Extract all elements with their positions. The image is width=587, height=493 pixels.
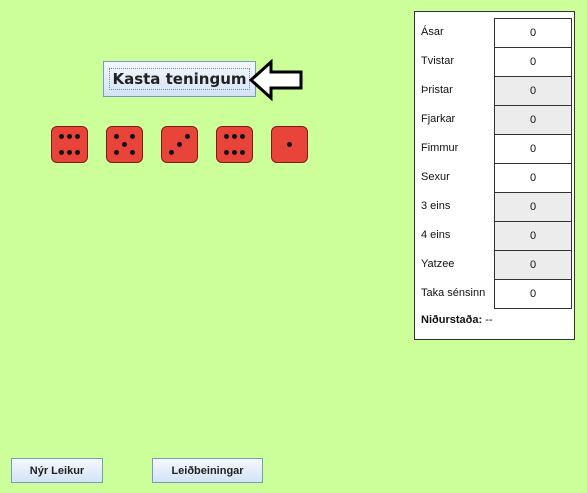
die-pip <box>287 142 292 147</box>
score-value[interactable]: 0 <box>494 279 572 309</box>
score-label: Taka sénsinn <box>421 287 486 299</box>
die-pip <box>224 134 229 139</box>
score-value[interactable]: 0 <box>494 134 572 164</box>
instructions-label: Leiðbeiningar <box>171 464 244 477</box>
die-5[interactable] <box>271 126 308 163</box>
result-label: Niðurstaða: <box>421 314 483 326</box>
result-line: Niðurstaða: -- <box>421 314 493 326</box>
die-pip <box>240 150 245 155</box>
score-label: 4 eins <box>421 229 451 241</box>
die-pip <box>130 150 135 155</box>
score-row-four-of-a-kind: 4 eins 0 <box>415 221 574 251</box>
die-pip <box>177 142 182 147</box>
die-pip <box>224 150 229 155</box>
die-pip <box>169 150 174 155</box>
scorecard: Ásar 0 Tvistar 0 Þristar 0 Fjarkar 0 Fim… <box>414 11 575 340</box>
die-pip <box>114 134 119 139</box>
score-label: Fimmur <box>421 142 459 154</box>
die-pip <box>240 134 245 139</box>
die-pip <box>67 150 72 155</box>
instructions-button[interactable]: Leiðbeiningar <box>152 458 263 483</box>
score-value[interactable]: 0 <box>494 18 572 48</box>
roll-dice-button[interactable]: Kasta teningum <box>103 61 256 97</box>
score-row-yatzee: Yatzee 0 <box>415 250 574 280</box>
die-2[interactable] <box>106 126 143 163</box>
score-row-three-of-a-kind: 3 eins 0 <box>415 192 574 222</box>
score-row-threes: Þristar 0 <box>415 76 574 106</box>
die-4[interactable] <box>216 126 253 163</box>
score-row-chance: Taka sénsinn 0 <box>415 279 574 309</box>
score-value[interactable]: 0 <box>494 76 572 106</box>
score-label: Tvistar <box>421 55 454 67</box>
die-pip <box>232 150 237 155</box>
die-pip <box>75 134 80 139</box>
new-game-button[interactable]: Nýr Leikur <box>11 458 103 483</box>
score-row-fives: Fimmur 0 <box>415 134 574 164</box>
die-pip <box>59 134 64 139</box>
die-pip <box>232 134 237 139</box>
score-label: 3 eins <box>421 200 451 212</box>
die-pip <box>75 150 80 155</box>
score-label: Yatzee <box>421 258 455 270</box>
score-row-fours: Fjarkar 0 <box>415 105 574 135</box>
score-row-aces: Ásar 0 <box>415 18 574 48</box>
score-row-sixes: Sexur 0 <box>415 163 574 193</box>
die-pip <box>114 150 119 155</box>
die-1[interactable] <box>51 126 88 163</box>
die-pip <box>59 150 64 155</box>
die-pip <box>67 134 72 139</box>
pointing-arrow-icon <box>249 59 303 101</box>
die-pip <box>122 142 127 147</box>
score-label: Fjarkar <box>421 113 456 125</box>
roll-dice-label: Kasta teningum <box>109 68 250 90</box>
score-value[interactable]: 0 <box>494 105 572 135</box>
die-pip <box>130 134 135 139</box>
score-label: Sexur <box>421 171 450 183</box>
score-value[interactable]: 0 <box>494 250 572 280</box>
score-value[interactable]: 0 <box>494 221 572 251</box>
score-label: Ásar <box>421 26 444 38</box>
score-value[interactable]: 0 <box>494 192 572 222</box>
new-game-label: Nýr Leikur <box>29 464 85 477</box>
score-value[interactable]: 0 <box>494 47 572 77</box>
die-pip <box>185 134 190 139</box>
result-value: -- <box>485 314 493 326</box>
score-value[interactable]: 0 <box>494 163 572 193</box>
score-row-twos: Tvistar 0 <box>415 47 574 77</box>
score-label: Þristar <box>421 84 453 96</box>
die-3[interactable] <box>161 126 198 163</box>
